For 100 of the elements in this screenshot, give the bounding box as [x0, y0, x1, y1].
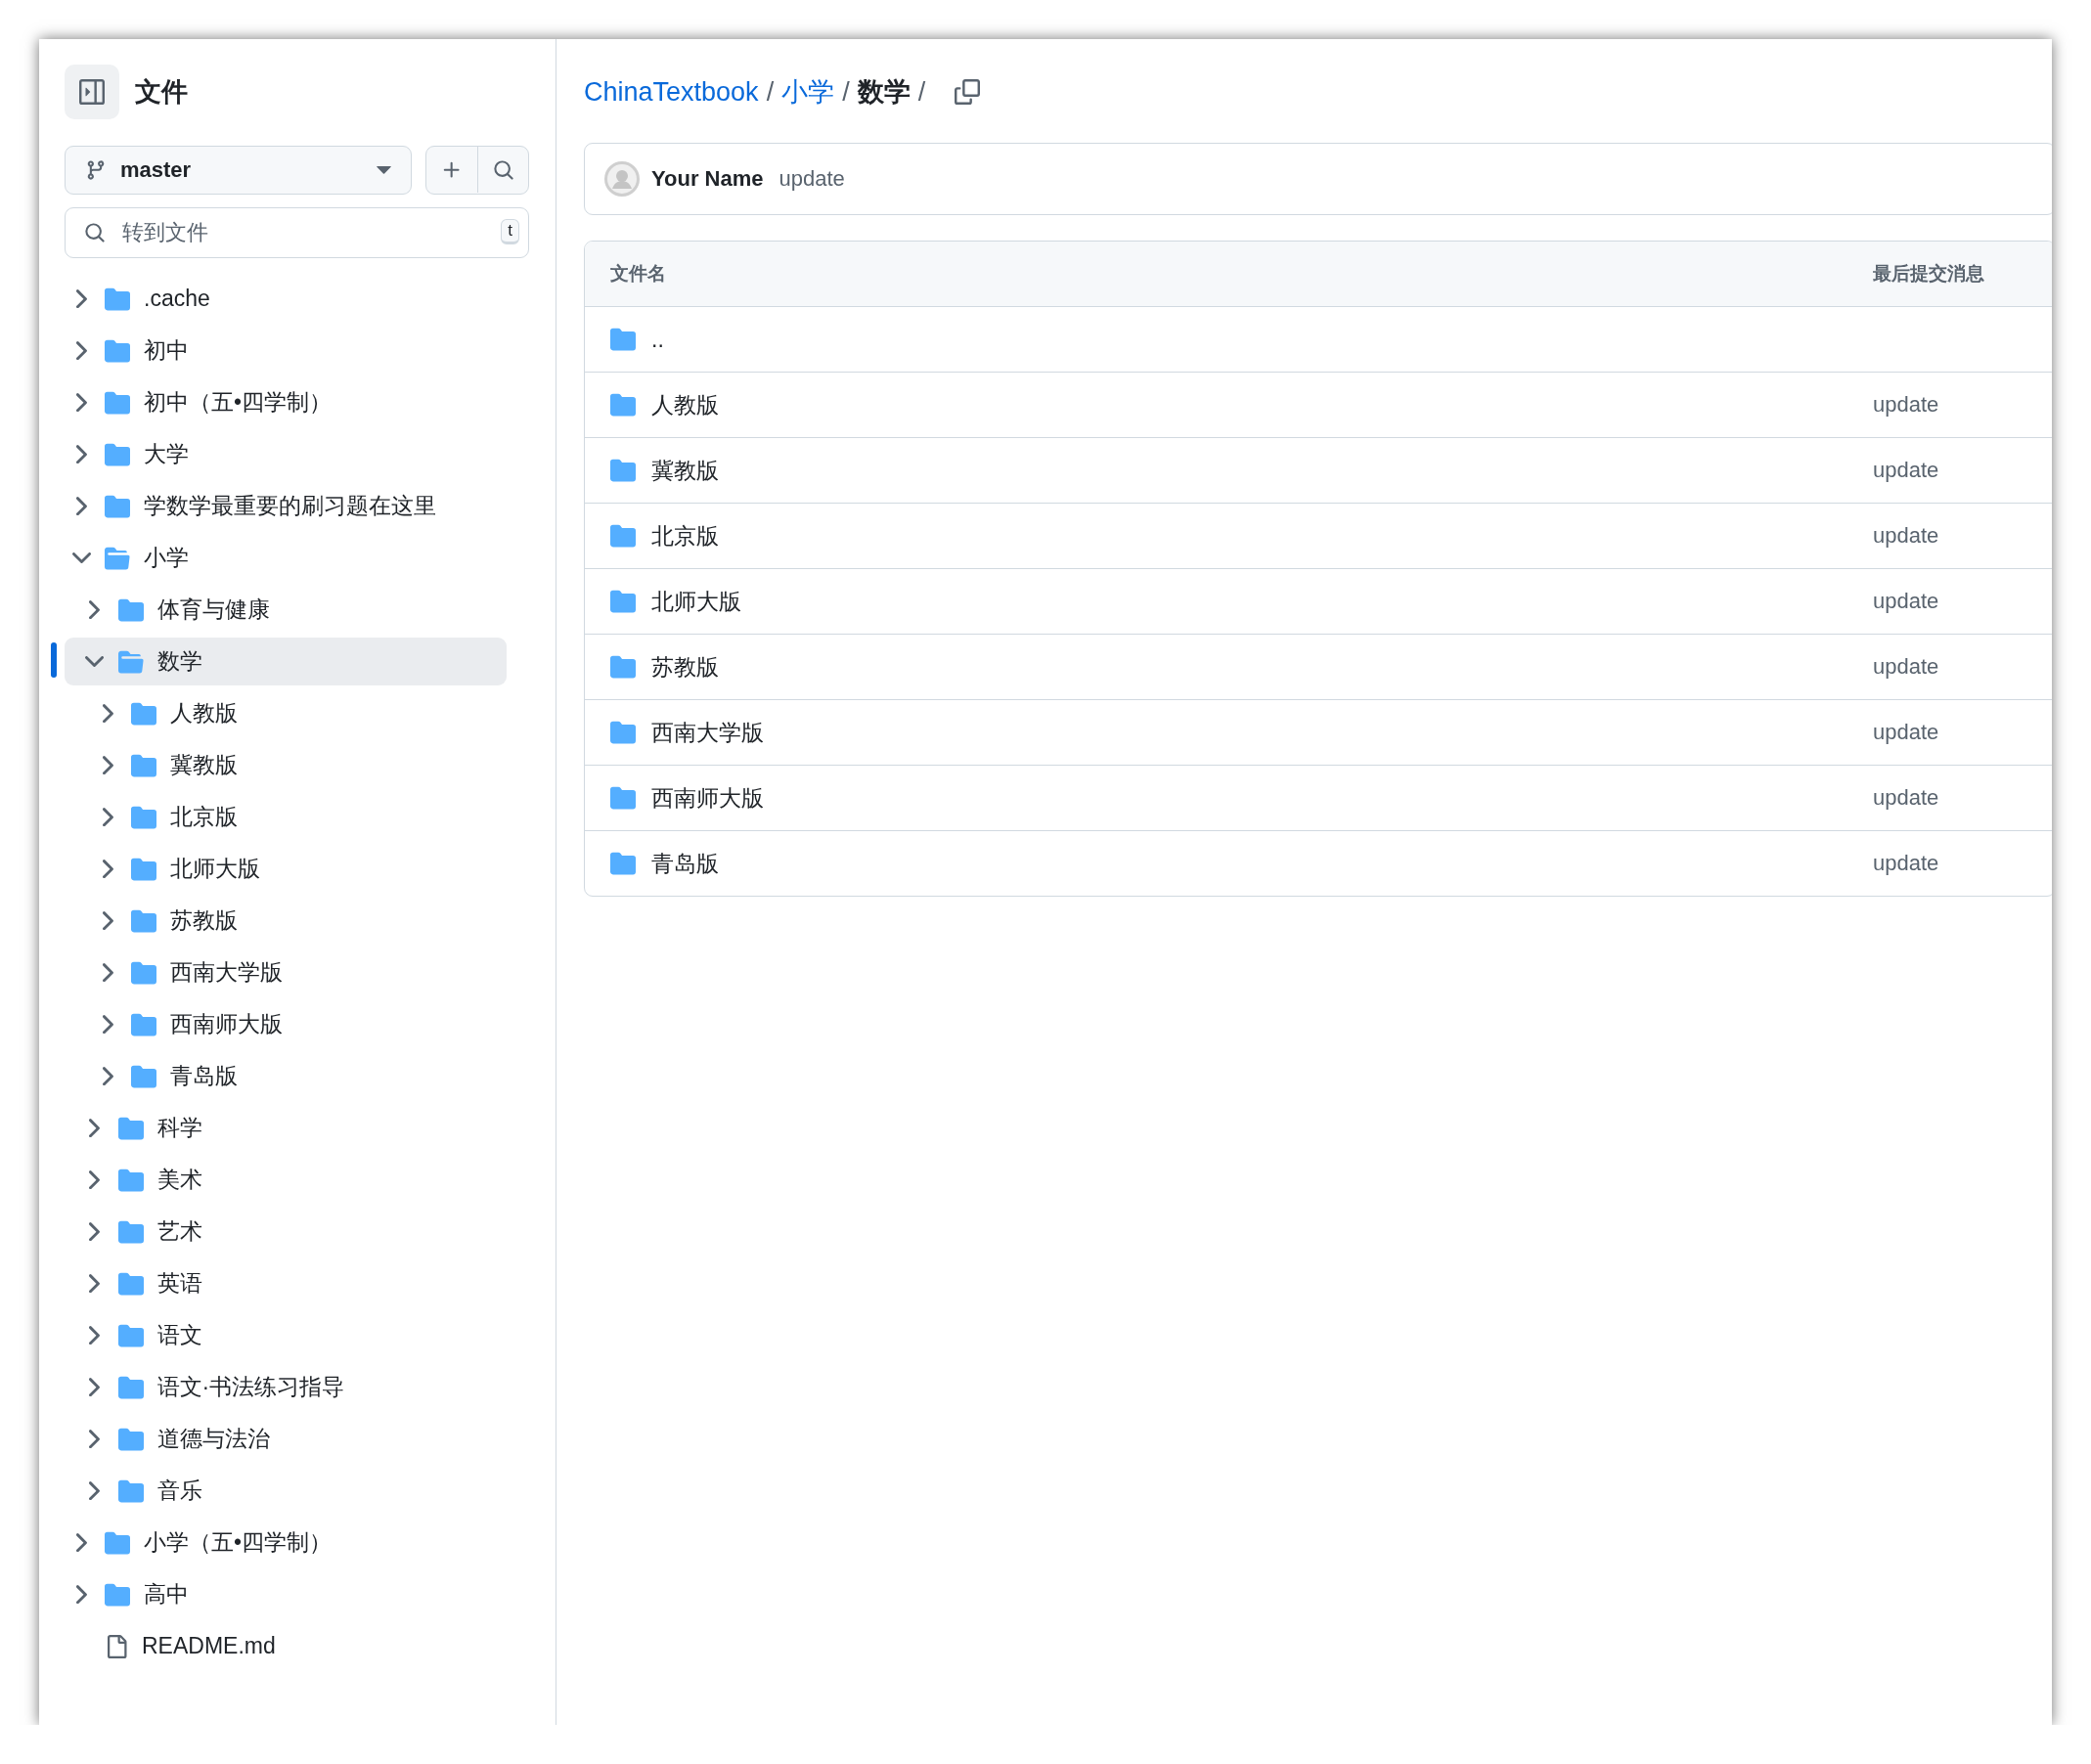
- open-folder-icon: [105, 545, 130, 571]
- folder-icon: [105, 441, 130, 467]
- folder-tree-item[interactable]: 西南师大版: [65, 1000, 507, 1048]
- commit-author: Your Name: [651, 166, 764, 192]
- search-icon: [492, 158, 514, 181]
- folder-icon: [117, 1322, 144, 1348]
- file-tree-item[interactable]: README.md: [65, 1622, 507, 1670]
- folder-tree-item[interactable]: 体育与健康: [65, 586, 507, 634]
- folder-tree-item[interactable]: 学数学最重要的刷习题在这里: [65, 482, 507, 530]
- folder-icon: [131, 856, 157, 882]
- breadcrumb-separator: /: [917, 76, 926, 108]
- folder-icon: [610, 327, 636, 352]
- folder-link[interactable]: ..: [651, 326, 664, 353]
- search-icon: [84, 222, 106, 243]
- folder-icon: [131, 1011, 157, 1037]
- sidebar-title: 文件: [135, 76, 188, 109]
- folder-icon: [117, 1218, 144, 1245]
- folder-tree-item[interactable]: 道德与法治: [65, 1415, 507, 1463]
- folder-icon: [131, 700, 157, 727]
- folder-link[interactable]: 青岛版: [651, 848, 719, 879]
- breadcrumb-separator: /: [842, 76, 850, 108]
- folder-tree-item[interactable]: 西南大学版: [65, 948, 507, 996]
- folder-icon: [117, 1115, 144, 1141]
- folder-icon: [131, 752, 157, 778]
- folder-tree-item[interactable]: 高中: [65, 1570, 507, 1618]
- file-icon: [105, 1634, 128, 1658]
- folder-icon: [117, 596, 144, 623]
- folder-icon: [610, 720, 636, 745]
- folder-tree-item[interactable]: 北师大版: [65, 845, 507, 893]
- folder-tree-item[interactable]: 语文: [65, 1311, 507, 1359]
- folder-tree-item[interactable]: 科学: [65, 1104, 507, 1152]
- commit-message-link[interactable]: update: [1873, 523, 1939, 548]
- folder-link[interactable]: 北师大版: [651, 586, 741, 617]
- folder-tree-item[interactable]: 初中: [65, 327, 507, 375]
- folder-tree-item[interactable]: 大学: [65, 430, 507, 478]
- folder-tree-item[interactable]: 苏教版: [65, 897, 507, 945]
- folder-icon: [117, 1167, 144, 1193]
- breadcrumb-separator: /: [766, 76, 775, 108]
- branch-icon: [85, 159, 107, 181]
- folder-link[interactable]: 西南大学版: [651, 717, 764, 748]
- commit-message-link[interactable]: update: [1873, 392, 1939, 417]
- avatar-icon: [604, 161, 640, 197]
- folder-link[interactable]: 苏教版: [651, 651, 719, 683]
- breadcrumb-link[interactable]: 小学: [781, 74, 835, 110]
- column-header: 文件名: [610, 262, 667, 286]
- commit-message-link[interactable]: update: [1873, 589, 1939, 613]
- folder-tree-item[interactable]: 初中（五•四学制）: [65, 378, 507, 426]
- folder-icon: [131, 907, 157, 934]
- folder-icon: [105, 337, 130, 364]
- commit-message-link[interactable]: update: [779, 166, 845, 192]
- folder-link[interactable]: 冀教版: [651, 455, 719, 486]
- folder-icon: [117, 1270, 144, 1297]
- folder-tree-item[interactable]: .cache: [65, 275, 507, 323]
- breadcrumb-link[interactable]: ChinaTextbook: [584, 76, 759, 108]
- folder-tree-item[interactable]: 北京版: [65, 793, 507, 841]
- copy-icon: [955, 79, 981, 105]
- folder-icon: [105, 286, 130, 312]
- folder-link[interactable]: 人教版: [651, 389, 719, 420]
- sidebar-toggle-button[interactable]: [65, 65, 119, 119]
- folder-tree-item[interactable]: 小学: [65, 534, 507, 582]
- folder-tree-item[interactable]: 语文·书法练习指导: [65, 1363, 507, 1411]
- commit-message-link[interactable]: update: [1873, 785, 1939, 810]
- folder-icon: [117, 1426, 144, 1452]
- folder-tree-item[interactable]: 青岛版: [65, 1052, 507, 1100]
- folder-icon: [131, 1063, 157, 1089]
- folder-icon: [117, 1374, 144, 1400]
- folder-icon: [610, 392, 636, 418]
- commit-message-link[interactable]: update: [1873, 720, 1939, 744]
- commit-message-link[interactable]: update: [1873, 654, 1939, 679]
- folder-icon: [610, 851, 636, 876]
- folder-icon: [105, 493, 130, 519]
- folder-tree-item[interactable]: 艺术: [65, 1208, 507, 1256]
- folder-tree-item[interactable]: 小学（五•四学制）: [65, 1519, 507, 1566]
- sidebar-panel-icon: [79, 79, 105, 105]
- folder-tree-item[interactable]: 美术: [65, 1156, 507, 1204]
- folder-icon: [610, 458, 636, 483]
- folder-icon: [131, 804, 157, 830]
- folder-icon: [117, 1477, 144, 1504]
- folder-icon: [131, 959, 157, 986]
- commit-message-link[interactable]: update: [1873, 851, 1939, 875]
- folder-icon: [105, 1581, 130, 1608]
- open-folder-icon: [117, 648, 144, 675]
- folder-tree-item[interactable]: 音乐: [65, 1467, 507, 1515]
- folder-icon: [105, 1529, 130, 1556]
- folder-link[interactable]: 北京版: [651, 520, 719, 551]
- branch-select-button[interactable]: master: [65, 146, 412, 195]
- folder-icon: [610, 523, 636, 549]
- breadcrumb-current: 数学: [857, 76, 911, 109]
- folder-icon: [610, 654, 636, 680]
- caret-icon: [377, 166, 391, 174]
- folder-tree-item[interactable]: 英语: [65, 1259, 507, 1307]
- folder-icon: [610, 785, 636, 811]
- folder-icon: [610, 589, 636, 614]
- column-header: 最后提交消息: [1873, 262, 1985, 286]
- folder-link[interactable]: 西南师大版: [651, 782, 764, 814]
- folder-tree-item[interactable]: 冀教版: [65, 741, 507, 789]
- folder-icon: [105, 389, 130, 416]
- shortcut-key: t: [501, 219, 519, 244]
- folder-tree-item[interactable]: 人教版: [65, 689, 507, 737]
- commit-message-link[interactable]: update: [1873, 458, 1939, 482]
